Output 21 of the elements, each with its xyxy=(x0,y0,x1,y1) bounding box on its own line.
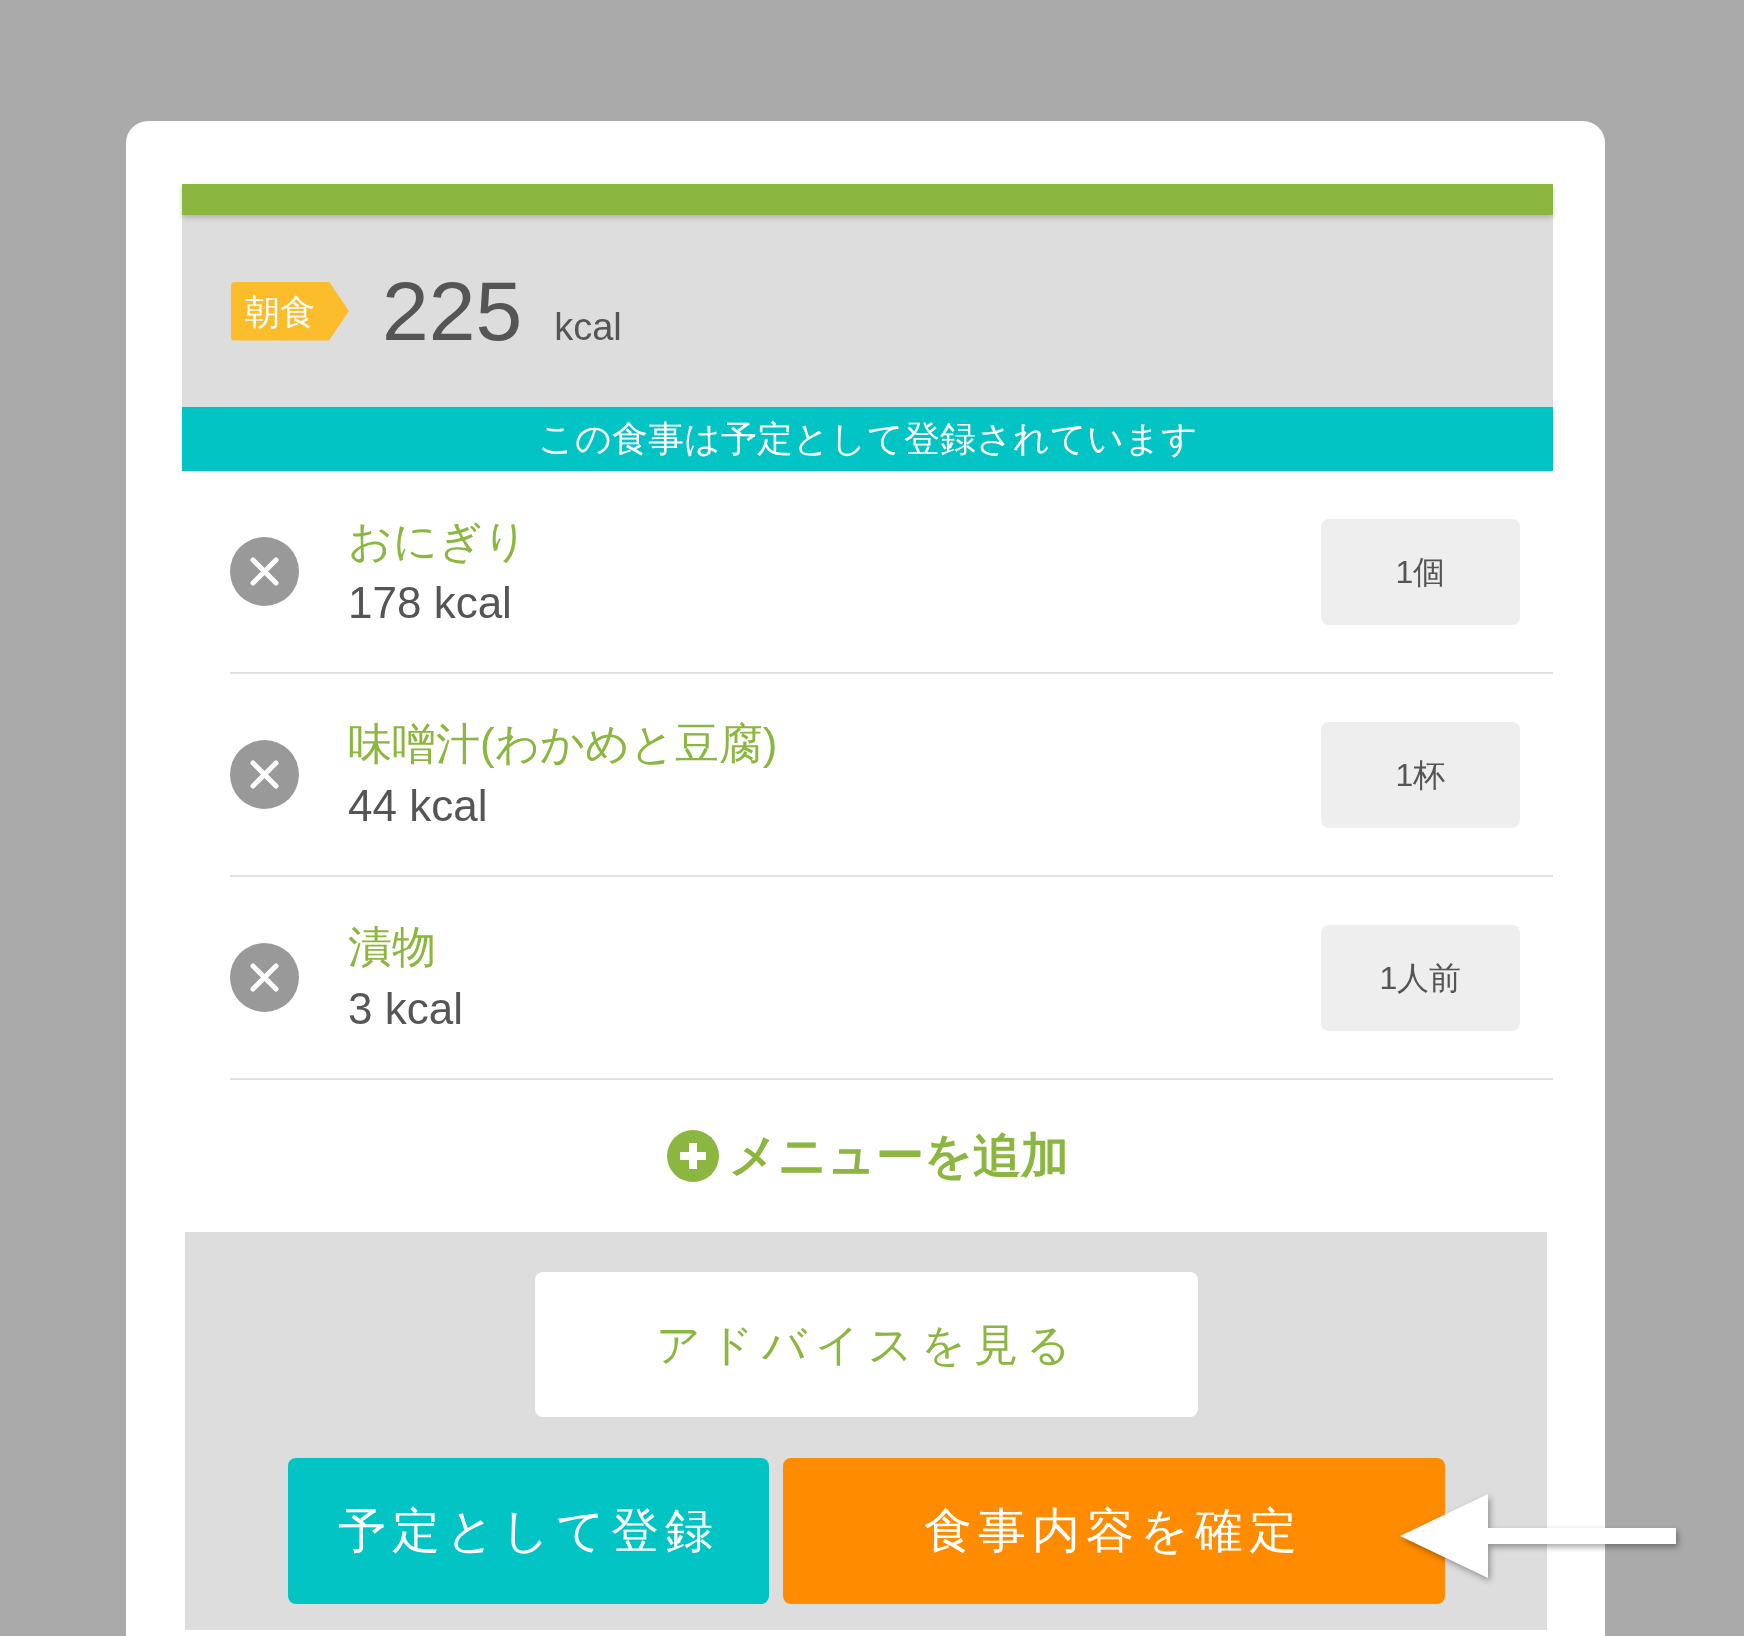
close-icon[interactable] xyxy=(230,943,299,1012)
food-name: 味噌汁(わかめと豆腐) xyxy=(348,717,779,770)
food-name: 漬物 xyxy=(348,920,437,973)
confirm-button[interactable]: 食事内容を確定 xyxy=(782,1458,1445,1604)
total-calories: 225 xyxy=(382,269,523,353)
food-calories: 178 kcal xyxy=(348,576,513,629)
quantity-button[interactable]: 1個 xyxy=(1321,518,1520,625)
meal-tag: 朝食 xyxy=(231,281,349,341)
food-calories: 3 kcal xyxy=(348,982,464,1035)
food-calories: 44 kcal xyxy=(348,779,489,832)
add-menu-link[interactable]: メニューを追加 xyxy=(666,1120,1069,1192)
close-icon[interactable] xyxy=(230,537,299,606)
close-icon[interactable] xyxy=(230,740,299,809)
plus-icon xyxy=(666,1130,719,1182)
plan-button[interactable]: 予定として登録 xyxy=(287,1458,769,1604)
quantity-button[interactable]: 1人前 xyxy=(1321,924,1520,1031)
quantity-button[interactable]: 1杯 xyxy=(1321,721,1520,828)
food-name: おにぎり xyxy=(348,514,529,567)
status-banner: この食事は予定として登録されています xyxy=(182,407,1553,471)
calorie-unit: kcal xyxy=(554,308,622,346)
advice-button[interactable]: アドバイスを見る xyxy=(534,1272,1198,1417)
